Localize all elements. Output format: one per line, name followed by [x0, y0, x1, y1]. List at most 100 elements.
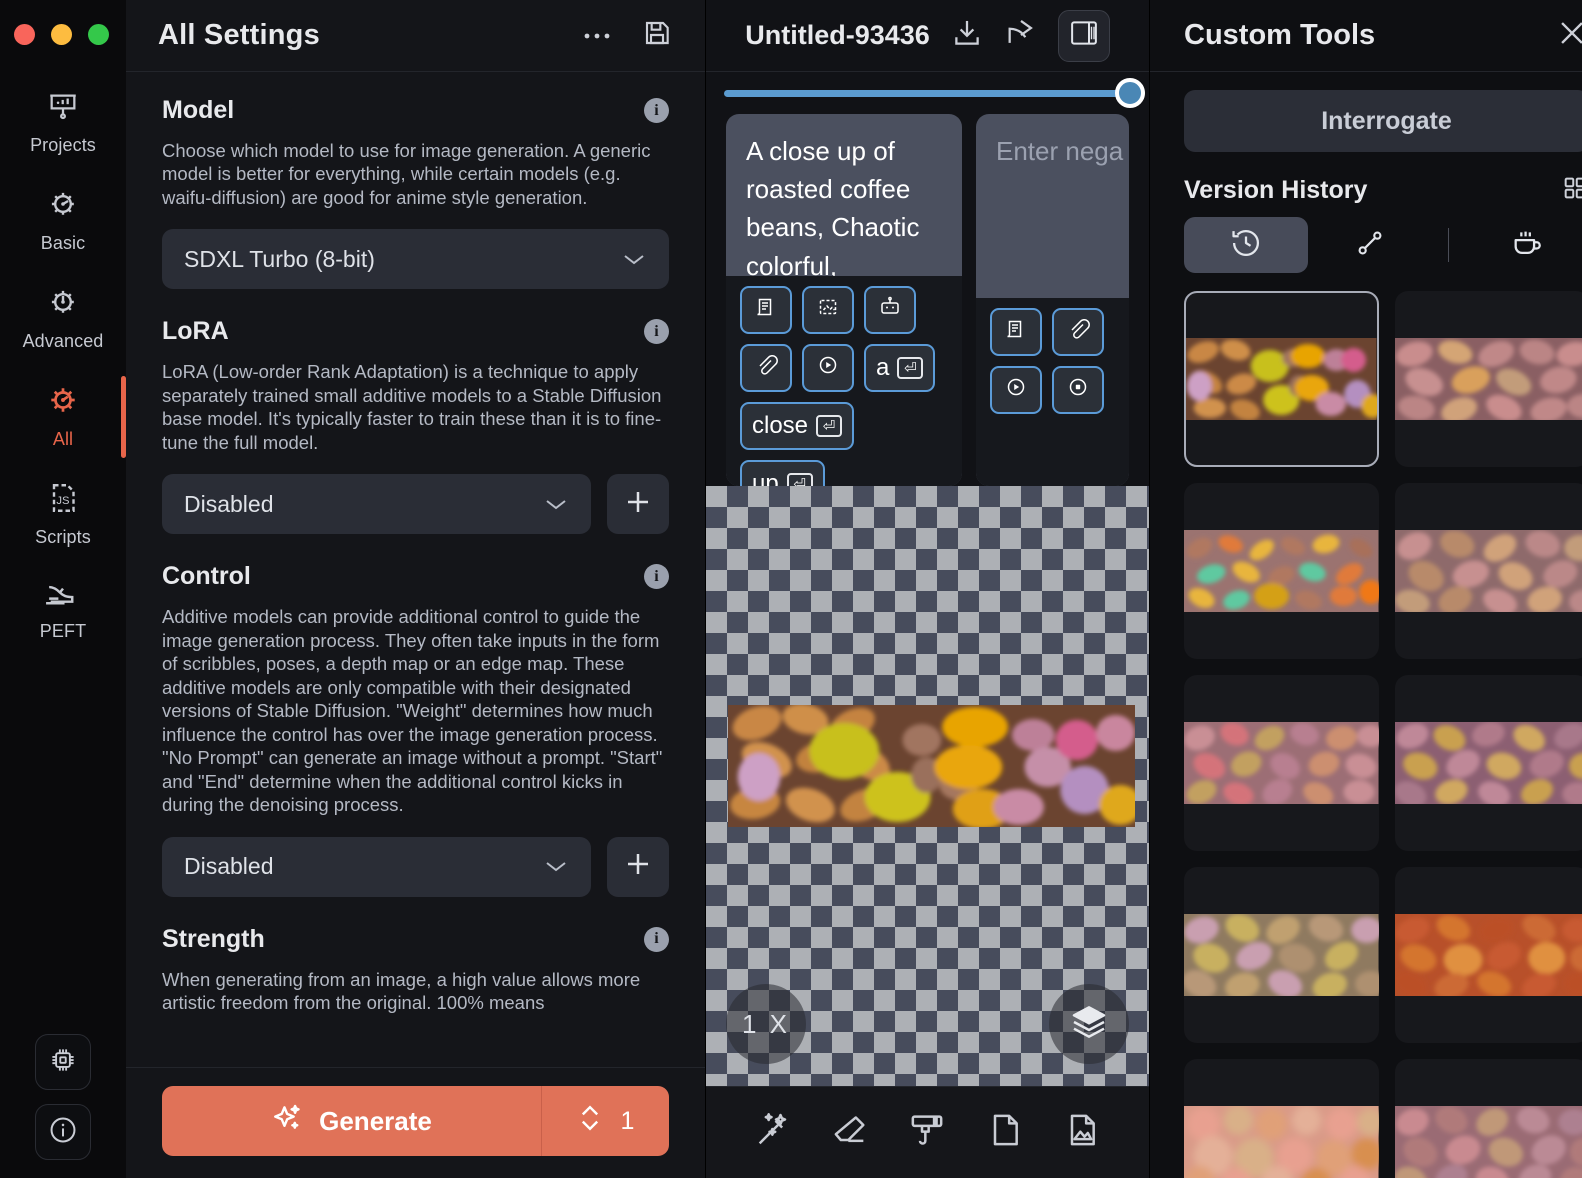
sidebar-item-scripts[interactable]: JS Scripts — [0, 466, 126, 564]
version-thumbnail-6[interactable] — [1394, 675, 1582, 851]
canvas-image[interactable] — [728, 705, 1135, 827]
chip-robot[interactable] — [864, 286, 916, 334]
chip-close-enter[interactable]: close ⏎ — [740, 402, 855, 450]
generate-button-main[interactable]: Generate — [162, 1086, 541, 1156]
insert-image-tool[interactable] — [1062, 1110, 1102, 1155]
sidebar-item-projects[interactable]: Projects — [0, 76, 126, 172]
paint-brush-tool[interactable] — [907, 1110, 947, 1155]
download-icon-button[interactable] — [950, 16, 984, 55]
settings-header: All Settings — [126, 0, 705, 72]
sidebar-item-advanced[interactable]: Advanced — [0, 270, 126, 368]
window-traffic-lights — [0, 0, 126, 52]
version-thumbnail-10[interactable] — [1394, 1059, 1582, 1178]
info-icon[interactable]: i — [644, 926, 669, 952]
chip-label: up — [752, 470, 779, 486]
chip-play[interactable] — [990, 366, 1042, 414]
zoom-level-badge[interactable]: 1 X — [726, 984, 806, 1064]
prompt-input[interactable]: A close up of roasted coffee beans, Chao… — [726, 114, 962, 486]
interrogate-button[interactable]: Interrogate — [1184, 90, 1582, 152]
chip-script[interactable] — [990, 308, 1042, 356]
section-description: Choose which model to use for image gene… — [162, 140, 651, 208]
setting-section-control: Control i Additive models can provide ad… — [162, 562, 669, 897]
chip-a-enter[interactable]: a ⏎ — [864, 344, 936, 392]
eraser-tool[interactable] — [830, 1110, 870, 1155]
control-select[interactable]: Disabled — [162, 836, 591, 897]
chip-crop[interactable] — [802, 286, 854, 334]
close-panel-button[interactable] — [1555, 16, 1582, 55]
maximize-window-button[interactable] — [88, 23, 109, 45]
magic-wand-tool[interactable] — [753, 1110, 793, 1155]
negative-prompt-input[interactable]: Enter nega — [976, 114, 1129, 486]
model-select[interactable]: SDXL Turbo (8-bit) — [162, 229, 669, 290]
add-lora-button[interactable] — [607, 474, 669, 535]
file-icon — [985, 1110, 1025, 1155]
chip-stop[interactable] — [1052, 366, 1104, 414]
version-thumbnail-3[interactable] — [1184, 483, 1379, 659]
sun-advanced-icon — [44, 284, 82, 325]
version-thumbnail-9[interactable] — [1184, 1059, 1379, 1178]
chevron-up-down-icon[interactable] — [577, 1100, 603, 1143]
version-thumbnail-1[interactable] — [1184, 291, 1379, 467]
thumbnail-image — [1394, 914, 1582, 1000]
section-title: Model — [162, 96, 235, 124]
share-icon-button[interactable] — [1004, 16, 1038, 55]
control-select-row: Disabled — [162, 836, 669, 897]
sidebar-item-basic[interactable]: Basic — [0, 172, 126, 270]
slider-thumb[interactable] — [1115, 78, 1145, 108]
chip-attach[interactable] — [740, 344, 792, 392]
thumbnail-image — [1394, 530, 1582, 615]
tab-history[interactable] — [1184, 217, 1308, 273]
minimize-window-button[interactable] — [51, 23, 72, 45]
generate-button[interactable]: Generate 1 — [162, 1086, 669, 1156]
info-icon[interactable]: i — [644, 564, 669, 590]
more-options-button[interactable] — [583, 31, 617, 41]
sidebar-item-label: Advanced — [22, 331, 104, 351]
layers-button[interactable] — [1049, 984, 1129, 1064]
version-thumbnail-5[interactable] — [1184, 675, 1379, 851]
panel-toggle-button[interactable] — [1057, 9, 1110, 62]
chip-script[interactable] — [740, 286, 792, 334]
new-file-tool[interactable] — [985, 1110, 1025, 1155]
image-canvas[interactable]: 1 X — [706, 486, 1149, 1086]
version-thumbnail-7[interactable] — [1184, 867, 1379, 1043]
canvas-header: Untitled-93436 — [706, 0, 1149, 72]
chip-attach[interactable] — [1052, 308, 1104, 356]
app-window: Projects Basic Advanced All JS Scripts P… — [0, 0, 1582, 1178]
sidebar-item-peft[interactable]: PEFT — [0, 564, 126, 658]
close-window-button[interactable] — [14, 23, 35, 45]
chip-icon-button[interactable] — [35, 1034, 91, 1090]
canvas-zoom-slider[interactable] — [724, 78, 1145, 108]
play-circle-icon — [1004, 375, 1028, 406]
version-thumbnail-grid — [1184, 291, 1582, 1178]
chip-play[interactable] — [802, 344, 854, 392]
lora-select[interactable]: Disabled — [162, 474, 591, 535]
version-thumbnail-4[interactable] — [1394, 483, 1582, 659]
version-history-title: Version History — [1184, 176, 1368, 204]
settings-body[interactable]: Model i Choose which model to use for im… — [126, 72, 705, 1178]
shoe-icon — [43, 578, 83, 615]
add-control-button[interactable] — [607, 836, 669, 897]
grid-view-button[interactable] — [1561, 174, 1582, 207]
sidebar-item-all[interactable]: All — [0, 368, 126, 466]
thumbnail-image — [1184, 914, 1379, 1000]
generate-label: Generate — [319, 1105, 432, 1136]
version-thumbnail-2[interactable] — [1394, 291, 1582, 467]
chip-up-enter[interactable]: up ⏎ — [740, 460, 825, 486]
generate-bar: Generate 1 — [126, 1067, 705, 1178]
section-description: LoRA (Low-order Rank Adaptation) is a te… — [162, 361, 662, 453]
tab-coffee[interactable] — [1465, 217, 1582, 273]
tab-branch[interactable] — [1308, 217, 1432, 273]
image-icon — [1062, 1110, 1102, 1155]
save-icon-button[interactable] — [641, 17, 673, 54]
info-icon[interactable]: i — [644, 98, 669, 123]
custom-tools-body[interactable]: Interrogate Version History — [1150, 72, 1582, 1178]
version-thumbnail-8[interactable] — [1394, 867, 1582, 1043]
sun-all-icon — [44, 382, 82, 423]
canvas-zoom-slider-row — [706, 72, 1149, 114]
setting-section-model: Model i Choose which model to use for im… — [162, 96, 669, 290]
plus-icon — [623, 487, 653, 522]
info-icon-button[interactable] — [35, 1104, 91, 1160]
generate-count-stepper[interactable]: 1 — [541, 1086, 669, 1156]
info-icon[interactable]: i — [644, 319, 669, 345]
sidebar-item-label: Projects — [30, 135, 96, 155]
